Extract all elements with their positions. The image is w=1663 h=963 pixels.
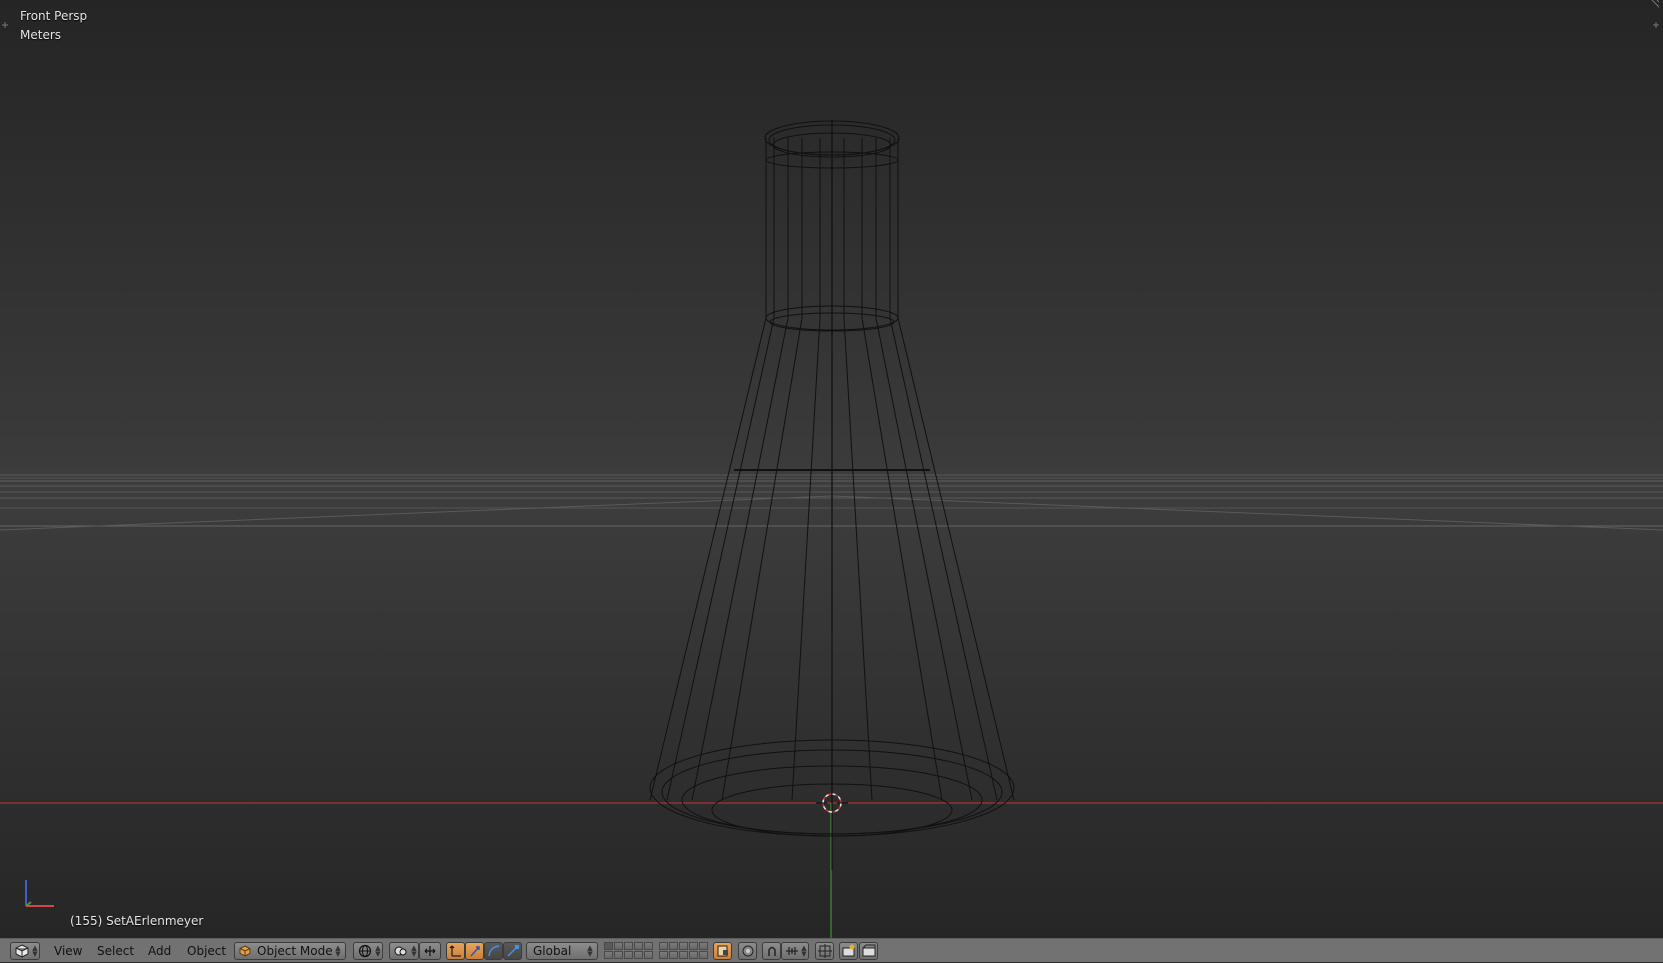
menu-view[interactable]: View <box>48 939 88 963</box>
grid-perspective-line <box>0 495 833 531</box>
wireframe-sphere-icon <box>358 944 372 958</box>
flask-body-edge <box>875 317 973 801</box>
menu-object[interactable]: Object <box>181 939 232 963</box>
flask-body-edge <box>691 317 789 801</box>
layer-button[interactable] <box>614 942 623 950</box>
flask-body-edge <box>721 317 803 801</box>
layer-button[interactable] <box>634 942 643 950</box>
layer-button[interactable] <box>644 951 653 959</box>
editor-type-selector[interactable]: ▲ ▼ <box>10 942 40 960</box>
flask-body-edge <box>843 317 873 801</box>
scale-icon <box>488 945 500 957</box>
snap-element-icon <box>507 945 519 957</box>
flask-body-edge <box>861 317 943 801</box>
pivot-point-icon <box>394 946 407 956</box>
layer-button[interactable] <box>699 951 708 959</box>
lock-layers-button[interactable] <box>713 942 732 960</box>
menu-add[interactable]: Add <box>142 939 177 963</box>
scale-manipulator-button[interactable] <box>503 942 522 960</box>
layer-selector-group-1[interactable] <box>604 942 653 960</box>
layer-button[interactable] <box>669 942 678 950</box>
3d-viewport[interactable]: Front Persp Meters (155) SetAErlenmeyer <box>0 0 1663 938</box>
snap-increment-icon <box>786 947 798 955</box>
snap-element-selector[interactable]: ▲ ▼ <box>781 942 809 960</box>
layer-button[interactable] <box>624 951 633 959</box>
layer-button[interactable] <box>604 942 613 950</box>
area-resize-handle-icon[interactable] <box>1649 0 1659 10</box>
flask-body-edge <box>649 317 767 801</box>
viewport-scene <box>0 120 1663 938</box>
shading-arrows-icon: ▲ ▼ <box>375 944 381 958</box>
axis-gizmo-icon <box>25 880 54 907</box>
layer-selector-group-2[interactable] <box>659 942 708 960</box>
rotate-icon <box>470 946 480 957</box>
mode-label: Object Mode <box>257 944 333 958</box>
transform-orientation-selector[interactable]: Global ▲ ▼ <box>526 942 598 960</box>
mode-arrows-icon: ▲ ▼ <box>335 944 341 958</box>
manipulator-toggle-button[interactable] <box>419 942 441 960</box>
layer-button[interactable] <box>644 942 653 950</box>
flask-body-edge <box>666 317 775 801</box>
object-info-label: (155) SetAErlenmeyer <box>70 914 204 928</box>
layer-button[interactable] <box>669 951 678 959</box>
transform-orientation-label: Global <box>533 944 572 958</box>
proportional-edit-button[interactable] <box>738 942 757 960</box>
menu-select[interactable]: Select <box>91 939 140 963</box>
snap-target-button[interactable] <box>815 942 834 960</box>
snap-toggle-button[interactable] <box>762 942 781 960</box>
viewport-shading-selector[interactable]: ▲ ▼ <box>353 942 383 960</box>
grid-perspective-line <box>831 495 1663 531</box>
proportional-edit-icon <box>742 945 754 957</box>
area-split-corner-top-left[interactable] <box>0 20 10 30</box>
3d-view-header: ▲ ▼ View Select Add Object Object Mode ▲ ▼… <box>0 938 1663 962</box>
rotate-manipulator-button[interactable] <box>465 942 484 960</box>
lock-layers-icon <box>717 945 728 957</box>
pivot-point-selector[interactable]: ▲ ▼ <box>389 942 419 960</box>
pivot-arrows-icon: ▲ ▼ <box>411 944 417 958</box>
layer-button[interactable] <box>689 951 698 959</box>
translate-icon <box>449 945 461 957</box>
opengl-render-button[interactable] <box>839 942 858 960</box>
mode-selector[interactable]: Object Mode ▲ ▼ <box>234 942 346 960</box>
editor-type-arrows-icon: ▲ ▼ <box>32 944 38 958</box>
layer-button[interactable] <box>659 942 668 950</box>
layer-button[interactable] <box>679 951 688 959</box>
area-split-corner-top-right[interactable] <box>1651 20 1661 30</box>
flask-body-edge <box>889 317 998 801</box>
flask-body-edge <box>791 317 821 801</box>
layer-button[interactable] <box>679 942 688 950</box>
opengl-render-icon <box>842 944 855 957</box>
layer-button[interactable] <box>659 951 668 959</box>
view-name-label: Front Persp <box>20 9 88 23</box>
layer-button[interactable] <box>604 951 613 959</box>
manipulator-toggle-icon <box>424 946 436 956</box>
layer-button[interactable] <box>634 951 643 959</box>
orientation-arrows-icon: ▲ ▼ <box>587 944 593 958</box>
opengl-anim-icon <box>862 944 876 957</box>
layer-button[interactable] <box>614 951 623 959</box>
flask-body-edge <box>897 317 1015 801</box>
layer-button[interactable] <box>699 942 708 950</box>
snap-arrows-icon: ▲ ▼ <box>801 944 807 958</box>
layer-button[interactable] <box>689 942 698 950</box>
opengl-anim-button[interactable] <box>859 942 878 960</box>
snap-target-icon <box>818 944 832 958</box>
rotate-arc-button[interactable] <box>484 942 503 960</box>
snap-magnet-icon <box>768 946 776 956</box>
units-label: Meters <box>20 28 62 42</box>
layer-button[interactable] <box>624 942 633 950</box>
3d-view-icon <box>15 944 29 958</box>
translate-manipulator-button[interactable] <box>446 942 465 960</box>
cube-icon <box>239 945 251 957</box>
